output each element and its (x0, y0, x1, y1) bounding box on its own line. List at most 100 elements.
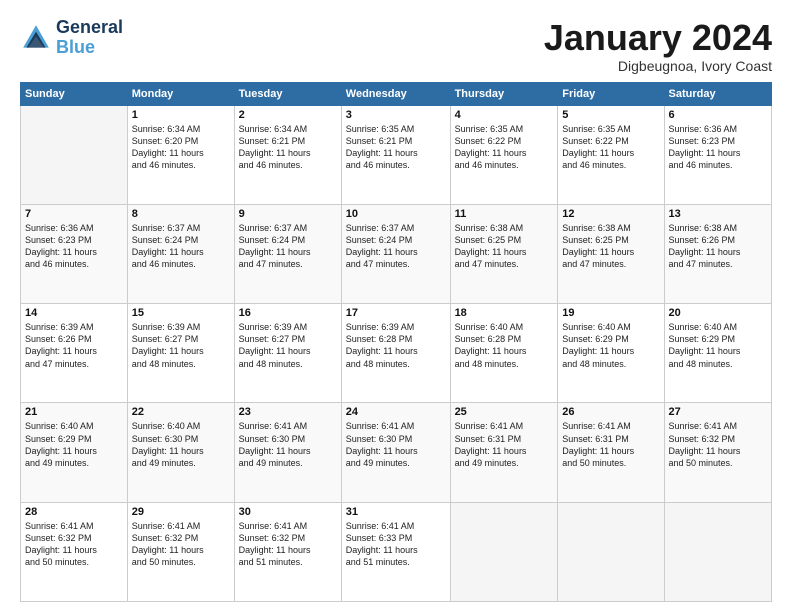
calendar-cell: 20 Sunrise: 6:40 AM Sunset: 6:29 PM Dayli… (664, 304, 771, 403)
calendar-cell: 30 Sunrise: 6:41 AM Sunset: 6:32 PM Dayli… (234, 502, 341, 601)
day-detail: Sunrise: 6:41 AM Sunset: 6:31 PM Dayligh… (455, 420, 554, 469)
day-number: 5 (562, 109, 659, 121)
day-detail: Sunrise: 6:40 AM Sunset: 6:29 PM Dayligh… (669, 321, 767, 370)
calendar-header: SundayMondayTuesdayWednesdayThursdayFrid… (21, 82, 772, 105)
day-number: 8 (132, 208, 230, 220)
day-detail: Sunrise: 6:36 AM Sunset: 6:23 PM Dayligh… (25, 222, 123, 271)
day-number: 14 (25, 307, 123, 319)
calendar-cell: 21Sunrise: 6:40 AM Sunset: 6:29 PM Dayli… (21, 403, 128, 502)
day-detail: Sunrise: 6:38 AM Sunset: 6:25 PM Dayligh… (455, 222, 554, 271)
logo-line2: Blue (56, 38, 123, 58)
calendar-cell (450, 502, 558, 601)
day-number: 2 (239, 109, 337, 121)
calendar-table: SundayMondayTuesdayWednesdayThursdayFrid… (20, 82, 772, 602)
day-number: 10 (346, 208, 446, 220)
calendar-cell: 7 Sunrise: 6:36 AM Sunset: 6:23 PM Daylig… (21, 204, 128, 303)
calendar-cell (21, 105, 128, 204)
page: General Blue January 2024 Digbeugnoa, Iv… (0, 0, 792, 612)
day-detail: Sunrise: 6:40 AM Sunset: 6:30 PM Dayligh… (132, 420, 230, 469)
day-detail: Sunrise: 6:34 AM Sunset: 6:20 PM Dayligh… (132, 123, 230, 172)
week-row-3: 14 Sunrise: 6:39 AM Sunset: 6:26 PM Dayli… (21, 304, 772, 403)
header-day-thursday: Thursday (450, 82, 558, 105)
header-day-sunday: Sunday (21, 82, 128, 105)
header-day-monday: Monday (127, 82, 234, 105)
day-detail: Sunrise: 6:41 AM Sunset: 6:33 PM Dayligh… (346, 520, 446, 569)
calendar-cell: 24 Sunrise: 6:41 AM Sunset: 6:30 PM Dayli… (341, 403, 450, 502)
day-number: 3 (346, 109, 446, 121)
calendar-cell: 9Sunrise: 6:37 AM Sunset: 6:24 PM Daylig… (234, 204, 341, 303)
subtitle: Digbeugnoa, Ivory Coast (544, 58, 772, 74)
day-number: 6 (669, 109, 767, 121)
day-detail: Sunrise: 6:39 AM Sunset: 6:28 PM Dayligh… (346, 321, 446, 370)
header: General Blue January 2024 Digbeugnoa, Iv… (20, 18, 772, 74)
day-number: 12 (562, 208, 659, 220)
day-number: 7 (25, 208, 123, 220)
header-day-saturday: Saturday (664, 82, 771, 105)
day-detail: Sunrise: 6:37 AM Sunset: 6:24 PM Dayligh… (346, 222, 446, 271)
calendar-cell: 18 Sunrise: 6:40 AM Sunset: 6:28 PM Dayli… (450, 304, 558, 403)
calendar-cell: 17 Sunrise: 6:39 AM Sunset: 6:28 PM Dayli… (341, 304, 450, 403)
day-detail: Sunrise: 6:39 AM Sunset: 6:27 PM Dayligh… (132, 321, 230, 370)
header-day-friday: Friday (558, 82, 664, 105)
week-row-1: 1Sunrise: 6:34 AM Sunset: 6:20 PM Daylig… (21, 105, 772, 204)
header-day-wednesday: Wednesday (341, 82, 450, 105)
day-detail: Sunrise: 6:41 AM Sunset: 6:32 PM Dayligh… (669, 420, 767, 469)
day-detail: Sunrise: 6:36 AM Sunset: 6:23 PM Dayligh… (669, 123, 767, 172)
day-detail: Sunrise: 6:35 AM Sunset: 6:22 PM Dayligh… (562, 123, 659, 172)
day-number: 15 (132, 307, 230, 319)
calendar-cell: 4Sunrise: 6:35 AM Sunset: 6:22 PM Daylig… (450, 105, 558, 204)
calendar-body: 1Sunrise: 6:34 AM Sunset: 6:20 PM Daylig… (21, 105, 772, 601)
day-detail: Sunrise: 6:40 AM Sunset: 6:28 PM Dayligh… (455, 321, 554, 370)
day-number: 30 (239, 506, 337, 518)
day-number: 17 (346, 307, 446, 319)
week-row-5: 28 Sunrise: 6:41 AM Sunset: 6:32 PM Dayli… (21, 502, 772, 601)
day-detail: Sunrise: 6:41 AM Sunset: 6:32 PM Dayligh… (239, 520, 337, 569)
calendar-cell: 10 Sunrise: 6:37 AM Sunset: 6:24 PM Dayli… (341, 204, 450, 303)
calendar-cell: 6 Sunrise: 6:36 AM Sunset: 6:23 PM Daylig… (664, 105, 771, 204)
week-row-2: 7 Sunrise: 6:36 AM Sunset: 6:23 PM Daylig… (21, 204, 772, 303)
day-number: 16 (239, 307, 337, 319)
calendar-cell: 31Sunrise: 6:41 AM Sunset: 6:33 PM Dayli… (341, 502, 450, 601)
calendar-cell: 22 Sunrise: 6:40 AM Sunset: 6:30 PM Dayli… (127, 403, 234, 502)
day-number: 21 (25, 406, 123, 418)
day-number: 13 (669, 208, 767, 220)
calendar-cell: 23Sunrise: 6:41 AM Sunset: 6:30 PM Dayli… (234, 403, 341, 502)
day-detail: Sunrise: 6:41 AM Sunset: 6:32 PM Dayligh… (132, 520, 230, 569)
day-detail: Sunrise: 6:35 AM Sunset: 6:21 PM Dayligh… (346, 123, 446, 172)
day-detail: Sunrise: 6:39 AM Sunset: 6:26 PM Dayligh… (25, 321, 123, 370)
day-detail: Sunrise: 6:41 AM Sunset: 6:32 PM Dayligh… (25, 520, 123, 569)
day-detail: Sunrise: 6:34 AM Sunset: 6:21 PM Dayligh… (239, 123, 337, 172)
day-number: 28 (25, 506, 123, 518)
title-block: January 2024 Digbeugnoa, Ivory Coast (544, 18, 772, 74)
calendar-cell: 19 Sunrise: 6:40 AM Sunset: 6:29 PM Dayli… (558, 304, 664, 403)
calendar-cell: 1Sunrise: 6:34 AM Sunset: 6:20 PM Daylig… (127, 105, 234, 204)
calendar-cell: 25Sunrise: 6:41 AM Sunset: 6:31 PM Dayli… (450, 403, 558, 502)
day-number: 29 (132, 506, 230, 518)
day-detail: Sunrise: 6:37 AM Sunset: 6:24 PM Dayligh… (239, 222, 337, 271)
calendar-cell: 16Sunrise: 6:39 AM Sunset: 6:27 PM Dayli… (234, 304, 341, 403)
calendar-cell: 13Sunrise: 6:38 AM Sunset: 6:26 PM Dayli… (664, 204, 771, 303)
day-number: 19 (562, 307, 659, 319)
calendar-cell: 3 Sunrise: 6:35 AM Sunset: 6:21 PM Daylig… (341, 105, 450, 204)
calendar-cell: 26Sunrise: 6:41 AM Sunset: 6:31 PM Dayli… (558, 403, 664, 502)
calendar-cell: 8 Sunrise: 6:37 AM Sunset: 6:24 PM Daylig… (127, 204, 234, 303)
calendar-cell: 28 Sunrise: 6:41 AM Sunset: 6:32 PM Dayli… (21, 502, 128, 601)
day-number: 11 (455, 208, 554, 220)
calendar-cell: 27Sunrise: 6:41 AM Sunset: 6:32 PM Dayli… (664, 403, 771, 502)
day-detail: Sunrise: 6:40 AM Sunset: 6:29 PM Dayligh… (562, 321, 659, 370)
calendar-cell: 14 Sunrise: 6:39 AM Sunset: 6:26 PM Dayli… (21, 304, 128, 403)
calendar-cell: 12 Sunrise: 6:38 AM Sunset: 6:25 PM Dayli… (558, 204, 664, 303)
day-number: 24 (346, 406, 446, 418)
logo: General Blue (20, 18, 123, 58)
calendar-cell: 11 Sunrise: 6:38 AM Sunset: 6:25 PM Dayli… (450, 204, 558, 303)
day-detail: Sunrise: 6:38 AM Sunset: 6:25 PM Dayligh… (562, 222, 659, 271)
day-number: 26 (562, 406, 659, 418)
calendar-cell: 29 Sunrise: 6:41 AM Sunset: 6:32 PM Dayli… (127, 502, 234, 601)
calendar-cell (664, 502, 771, 601)
day-detail: Sunrise: 6:41 AM Sunset: 6:30 PM Dayligh… (346, 420, 446, 469)
day-number: 23 (239, 406, 337, 418)
day-number: 18 (455, 307, 554, 319)
day-number: 20 (669, 307, 767, 319)
day-number: 22 (132, 406, 230, 418)
day-detail: Sunrise: 6:37 AM Sunset: 6:24 PM Dayligh… (132, 222, 230, 271)
